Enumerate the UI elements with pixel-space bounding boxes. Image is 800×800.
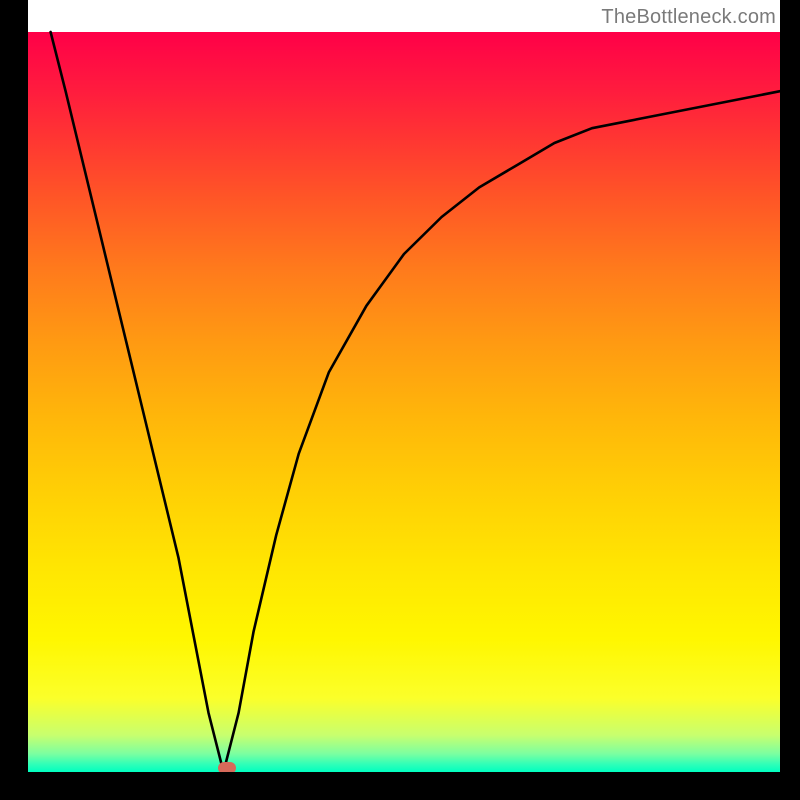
chart-stage: TheBottleneck.com [0,0,800,800]
attribution-text: TheBottleneck.com [601,6,776,29]
chart-frame [0,0,800,800]
